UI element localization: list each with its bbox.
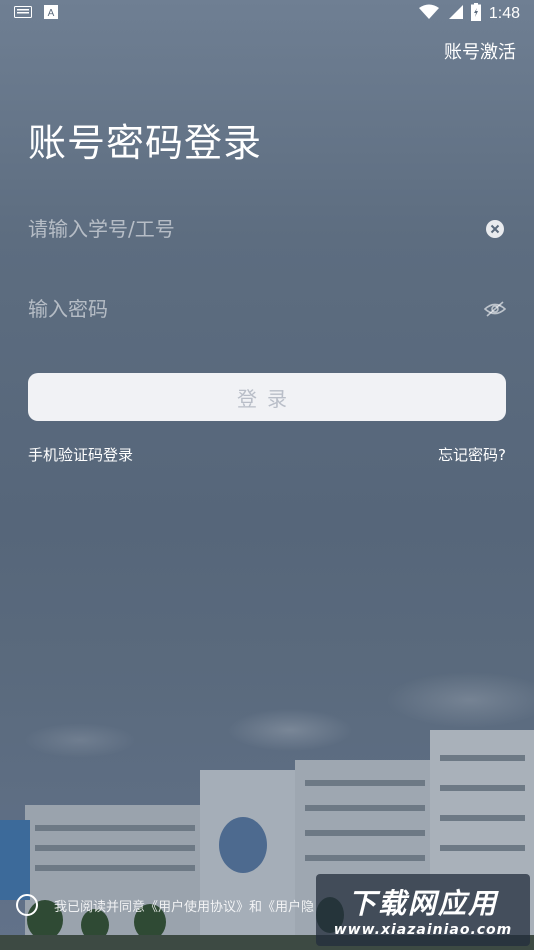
watermark-title: 下载网应用: [347, 887, 498, 920]
sms-login-link[interactable]: 手机验证码登录: [28, 444, 133, 465]
keyboard-icon: [14, 5, 32, 23]
signal-icon: [447, 4, 463, 25]
agreement-text: 我已阅读并同意《用户使用协议》和《用户隐: [54, 899, 315, 915]
account-activate-link[interactable]: 账号激活: [444, 38, 516, 64]
watermark-overlay: 下载网应用 www.xiazainiao.com: [316, 874, 530, 946]
login-button[interactable]: 登录: [28, 373, 506, 421]
password-input[interactable]: [28, 297, 448, 321]
username-field: [28, 201, 506, 257]
eye-hidden-icon[interactable]: [484, 298, 506, 320]
a-icon: A: [44, 4, 58, 24]
status-bar: A 1:48: [0, 0, 534, 28]
page-title: 账号密码登录: [28, 121, 263, 165]
svg-text:A: A: [48, 8, 55, 19]
login-links-row: 手机验证码登录 忘记密码?: [28, 444, 506, 465]
battery-icon: [470, 2, 481, 26]
wifi-icon: [418, 4, 439, 25]
watermark-url: www.xiazainiao.com: [333, 922, 513, 938]
status-time: 1:48: [488, 5, 520, 22]
username-input[interactable]: [28, 217, 448, 241]
forgot-password-link[interactable]: 忘记密码?: [438, 444, 506, 465]
clear-icon[interactable]: [484, 218, 506, 240]
agreement-row: 我已阅读并同意《用户使用协议》和《用户隐: [16, 894, 314, 916]
agreement-checkbox[interactable]: [16, 894, 38, 916]
password-field: [28, 281, 506, 337]
